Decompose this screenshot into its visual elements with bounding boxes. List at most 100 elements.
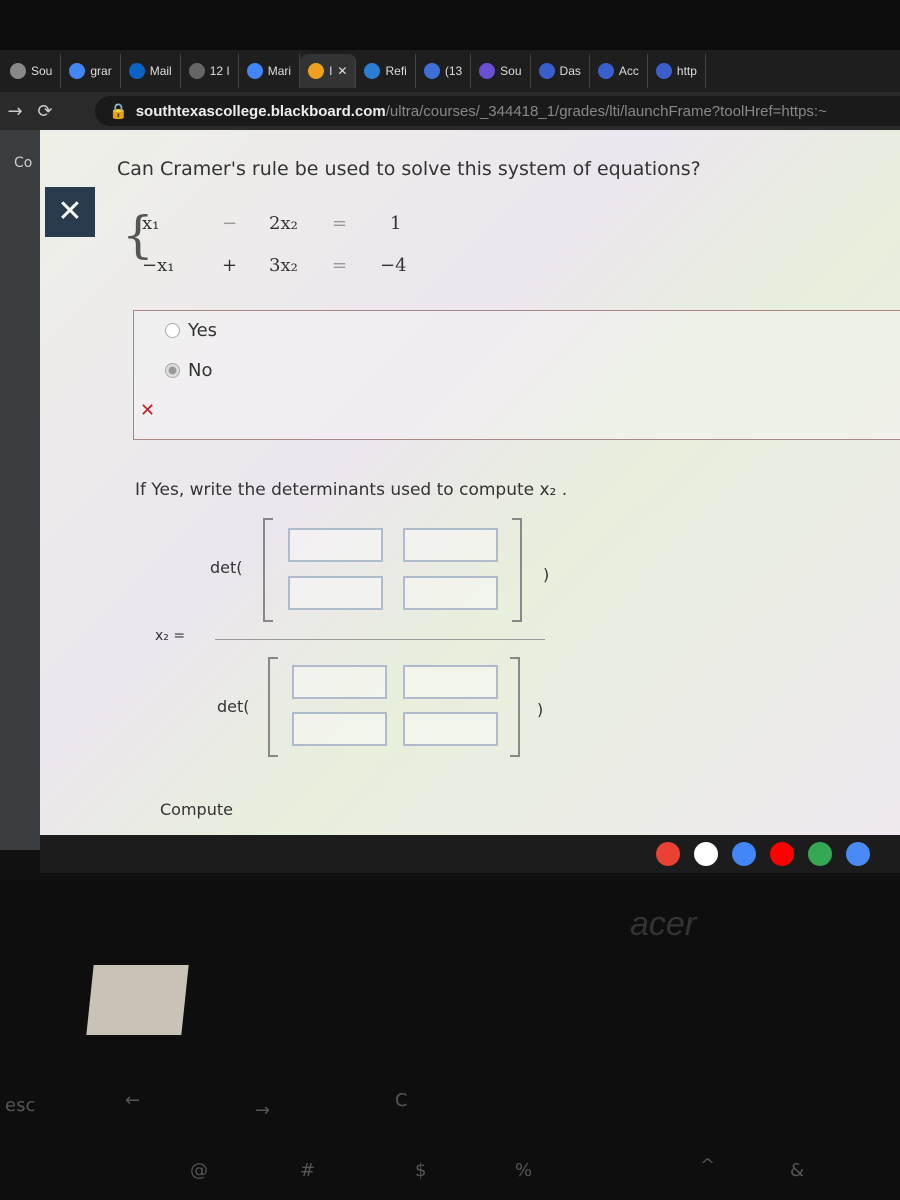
- incorrect-icon: ✕: [140, 400, 156, 421]
- close-icon: ✕: [57, 194, 83, 229]
- url-domain: southtexascollege.blackboard.com: [135, 102, 386, 120]
- star-icon: [479, 63, 496, 79]
- tab[interactable]: Das: [531, 54, 590, 88]
- tab-label: Mail: [149, 64, 172, 78]
- x2-label: x₂ =: [155, 628, 186, 644]
- tab[interactable]: Mari: [239, 54, 301, 88]
- keyboard-key: ←: [125, 1090, 141, 1111]
- compute-button[interactable]: Compute: [160, 800, 233, 819]
- tab-label: grar: [90, 64, 112, 78]
- matrix-cell-input[interactable]: [288, 576, 383, 610]
- tab[interactable]: Refi: [356, 54, 416, 88]
- left-bracket: [263, 518, 273, 622]
- tab[interactable]: Mail: [121, 54, 181, 88]
- matrix-cell-input[interactable]: [292, 665, 387, 699]
- play-icon[interactable]: [808, 842, 832, 866]
- screen-bezel: [0, 0, 900, 50]
- term: −x₁: [142, 255, 175, 276]
- equals: =: [332, 255, 348, 276]
- matrix-cell-input[interactable]: [292, 712, 387, 746]
- keyboard-key: ^: [700, 1155, 716, 1176]
- right-bracket: [512, 518, 522, 622]
- term: 3x₂: [269, 255, 298, 276]
- youtube-icon[interactable]: [770, 842, 794, 866]
- tab-label: http: [676, 64, 697, 78]
- tab[interactable]: 12 I: [181, 54, 239, 88]
- lock-icon: 🔒: [109, 103, 128, 120]
- tab-label: Mari: [267, 64, 292, 78]
- gmail-icon[interactable]: [694, 842, 718, 866]
- page-icon: [10, 63, 26, 79]
- blackboard-icon: [538, 63, 555, 79]
- operator: +: [222, 255, 238, 276]
- matrix-cell-input[interactable]: [403, 712, 498, 746]
- rhs: 1: [390, 213, 402, 234]
- radio-button[interactable]: [165, 323, 180, 338]
- det-close: ): [537, 700, 544, 719]
- blackboard-icon: [655, 63, 672, 79]
- keyboard: [0, 880, 900, 1200]
- option-label: No: [188, 360, 213, 381]
- close-button[interactable]: ✕: [45, 187, 95, 237]
- matrix-cell-input[interactable]: [288, 528, 383, 562]
- keyboard-key: $: [415, 1160, 427, 1181]
- keyboard-key: C: [395, 1090, 408, 1111]
- tab-label: Sou: [31, 64, 53, 78]
- fraction-line: [215, 639, 545, 640]
- messages-icon[interactable]: [846, 842, 870, 866]
- matrix-cell-input[interactable]: [403, 665, 498, 699]
- tab-icon: [188, 63, 205, 79]
- word-icon: [364, 63, 381, 79]
- keyboard-key: @: [190, 1160, 208, 1181]
- tab[interactable]: Sou: [471, 54, 531, 88]
- sidebar-label: Co: [14, 155, 33, 171]
- det-label: det(: [217, 697, 250, 716]
- equals: =: [332, 213, 348, 234]
- docs-icon[interactable]: [732, 842, 756, 866]
- outlook-icon: [128, 63, 145, 79]
- address-bar: → ⟳ 🔒 southtexascollege.blackboard.com /…: [0, 92, 900, 130]
- tab[interactable]: I ✕: [300, 54, 357, 88]
- google-icon: [69, 63, 86, 79]
- tab-label: Refi: [385, 64, 407, 78]
- keyboard-key: esc: [5, 1095, 36, 1116]
- mail-icon: [423, 63, 440, 79]
- pencil-icon: [308, 63, 325, 79]
- hinge: [86, 965, 189, 1035]
- followup-prompt: If Yes, write the determinants used to c…: [135, 480, 568, 500]
- tab-close-icon[interactable]: ✕: [337, 64, 347, 78]
- term: 2x₂: [269, 213, 298, 234]
- question-text: Can Cramer's rule be used to solve this …: [117, 158, 701, 180]
- left-sidebar: Co: [0, 130, 40, 850]
- tab-label: I: [329, 64, 333, 78]
- option-label: Yes: [188, 320, 218, 341]
- det-label: det(: [210, 558, 243, 577]
- tab[interactable]: http: [648, 54, 706, 88]
- matrix-cell-input[interactable]: [403, 528, 498, 562]
- radio-button-selected[interactable]: [165, 363, 180, 378]
- option-no[interactable]: No: [165, 360, 212, 381]
- tab[interactable]: (13: [416, 54, 472, 88]
- tab-label: 12 I: [209, 64, 230, 78]
- forward-icon[interactable]: →: [0, 101, 30, 122]
- tab[interactable]: Acc: [590, 54, 648, 88]
- det-close: ): [543, 565, 550, 584]
- reload-icon[interactable]: ⟳: [30, 101, 60, 122]
- tab[interactable]: grar: [61, 54, 121, 88]
- keyboard-key: →: [255, 1100, 271, 1121]
- tab-label: Das: [559, 64, 581, 78]
- google-icon: [246, 63, 263, 79]
- url-field[interactable]: 🔒 southtexascollege.blackboard.com /ultr…: [95, 96, 900, 126]
- brand-logo: acer: [630, 905, 697, 943]
- os-shelf: [40, 835, 900, 873]
- keyboard-key: #: [300, 1160, 316, 1181]
- chrome-icon[interactable]: [656, 842, 680, 866]
- tab[interactable]: Sou: [2, 54, 62, 88]
- keyboard-key: %: [515, 1160, 533, 1181]
- term: x₁: [142, 213, 160, 234]
- option-yes[interactable]: Yes: [165, 320, 217, 341]
- right-bracket: [510, 657, 520, 757]
- answer-box: [133, 310, 900, 440]
- keyboard-key: &: [790, 1160, 805, 1181]
- matrix-cell-input[interactable]: [403, 576, 498, 610]
